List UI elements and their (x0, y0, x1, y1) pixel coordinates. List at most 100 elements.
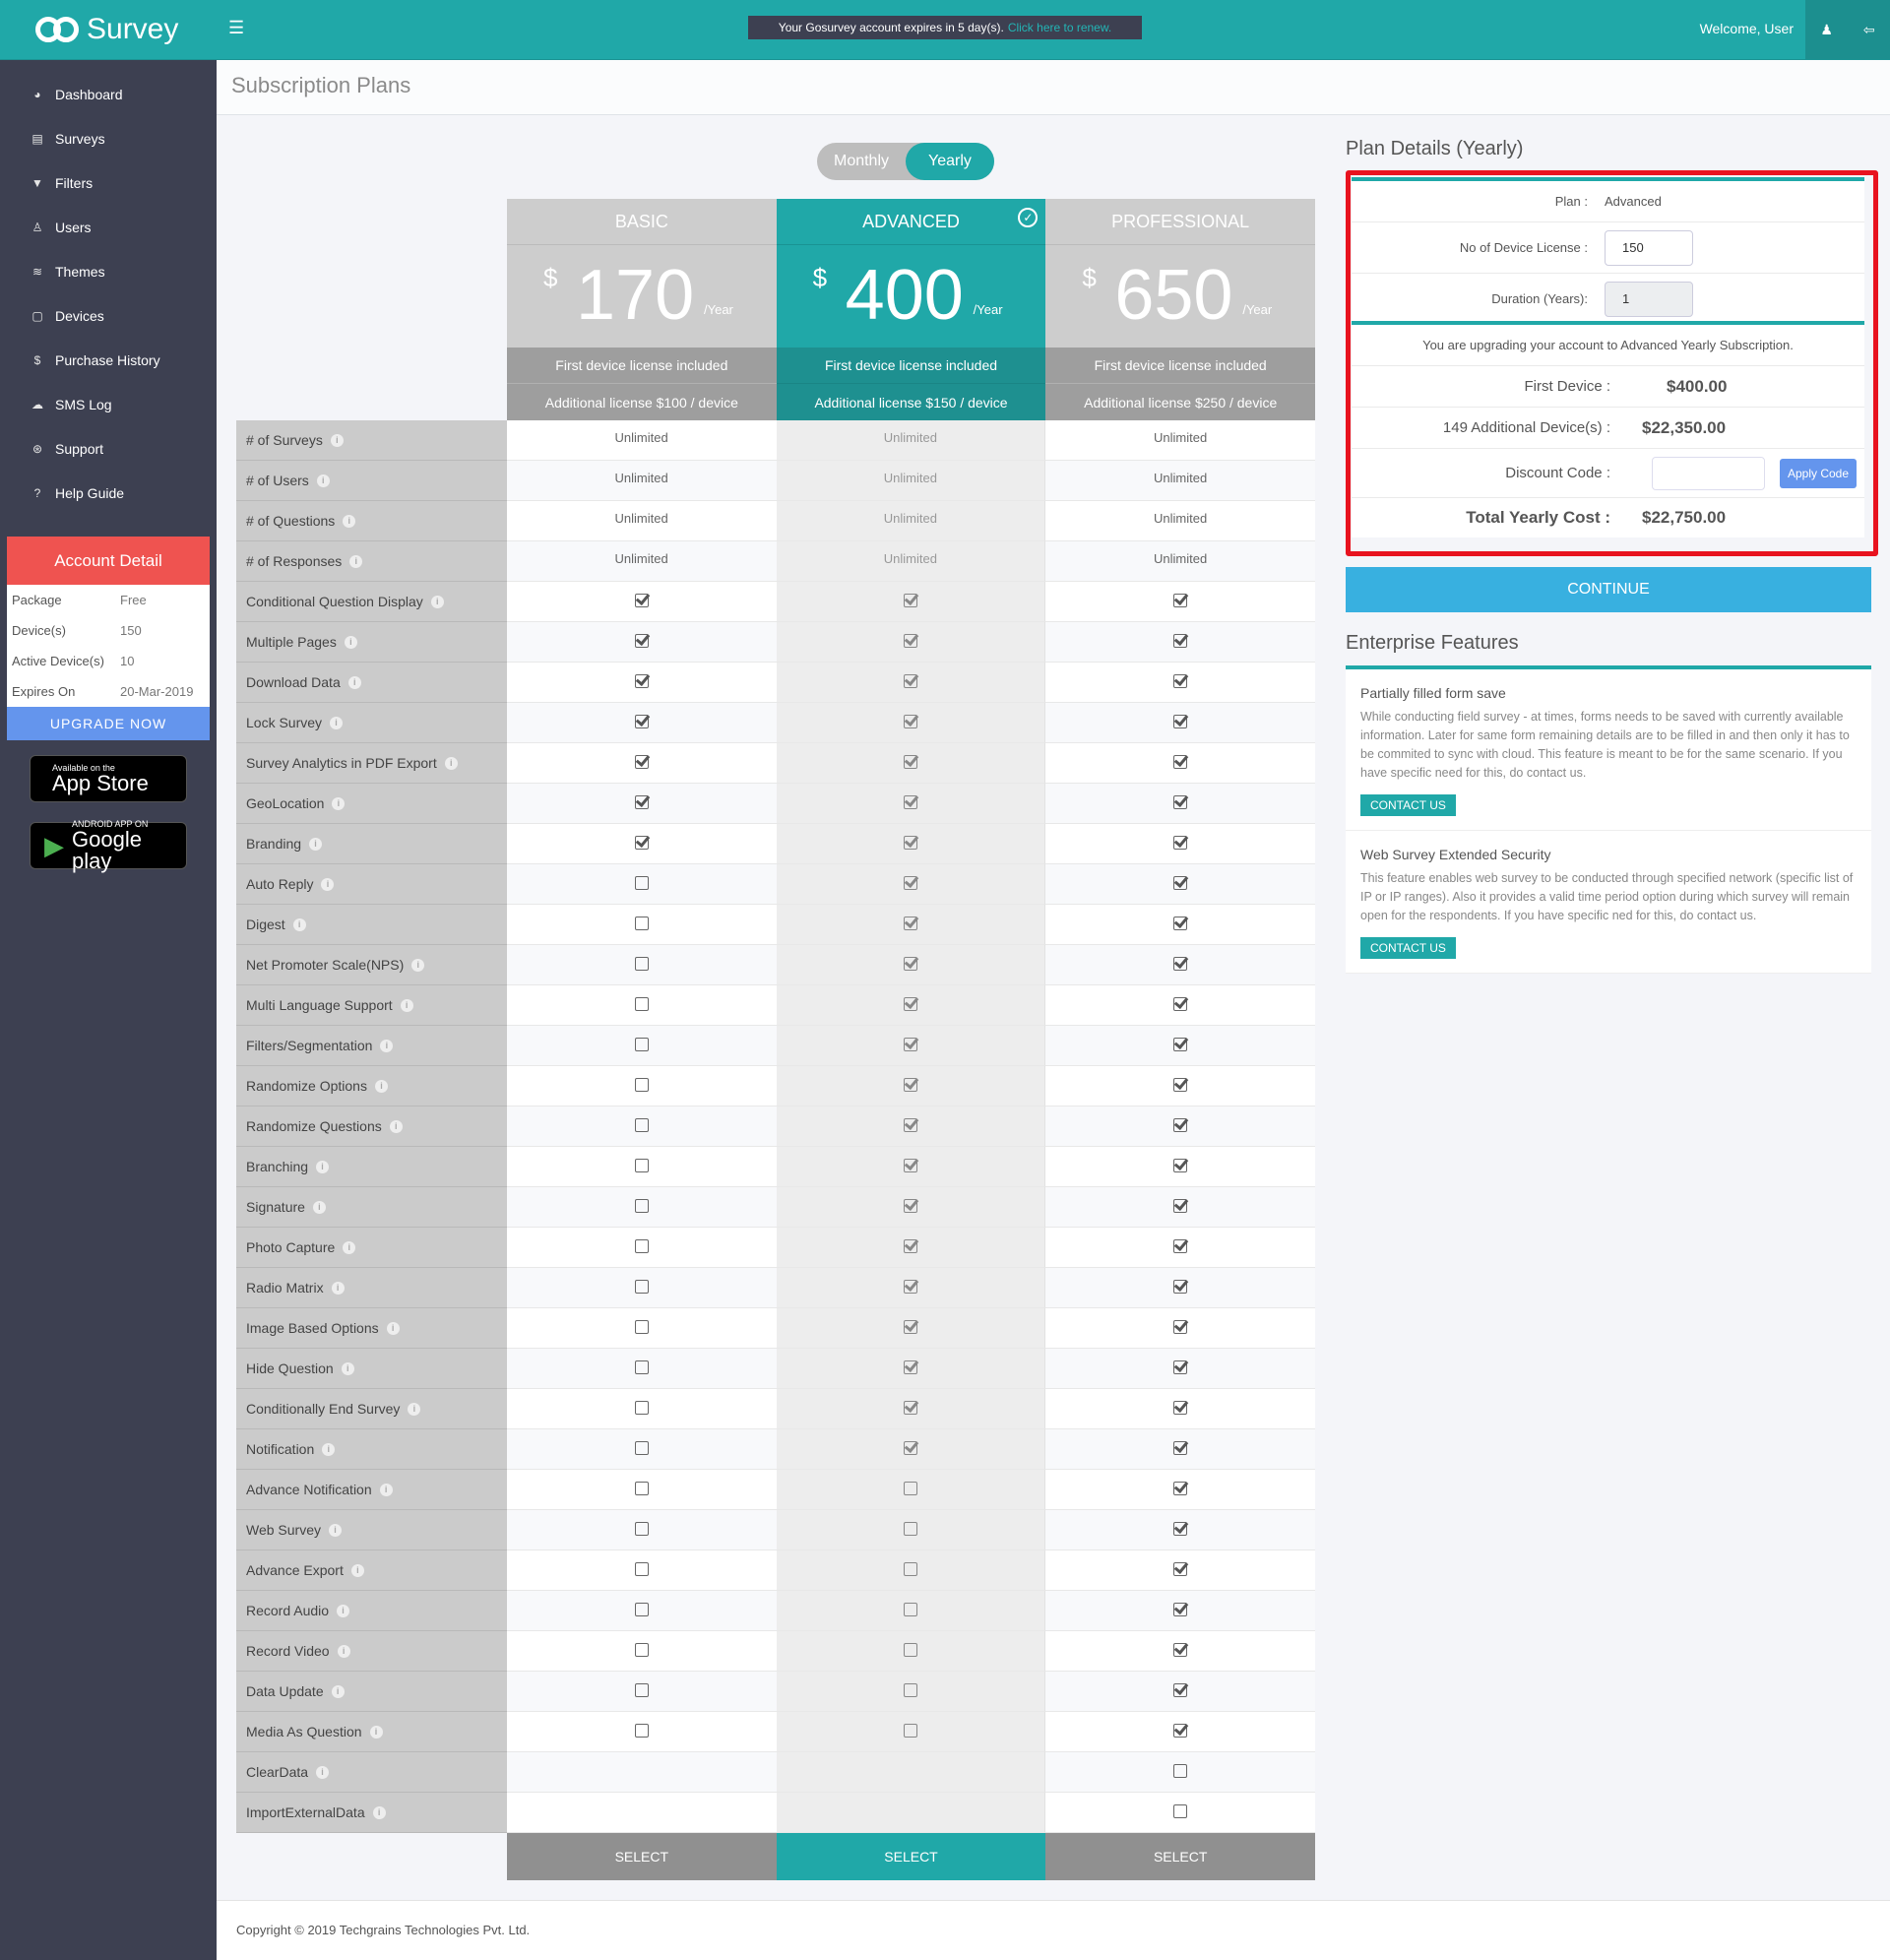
sidebar-item-support[interactable]: ⊛ Support (0, 426, 217, 471)
logout-icon[interactable]: ⇦ (1863, 22, 1875, 38)
feature-row: Notification i (236, 1429, 1315, 1470)
sidebar-item-label: Help Guide (55, 484, 125, 501)
info-icon[interactable]: i (369, 1725, 383, 1739)
info-icon[interactable]: i (322, 1442, 336, 1456)
sidebar-item-label: Devices (55, 307, 104, 324)
discount-code-input[interactable] (1652, 456, 1765, 490)
copyright: Copyright © 2019 Techgrains Technologies… (236, 1923, 531, 1937)
sidebar-item-dashboard[interactable]: ◕ Dashboard (0, 72, 217, 116)
sidebar-item-themes[interactable]: ≋ Themes (0, 249, 217, 293)
info-icon[interactable]: i (347, 675, 361, 689)
user-icon[interactable]: ♟ (1820, 22, 1833, 38)
sidebar-item-devices[interactable]: ▢ Devices (0, 293, 217, 338)
select-advanced-button[interactable]: SELECT (776, 1833, 1046, 1880)
sidebar-item-help-guide[interactable]: ? Help Guide (0, 471, 217, 515)
apply-code-button[interactable]: Apply Code (1780, 458, 1857, 488)
monthly-option[interactable]: Monthly (817, 153, 906, 170)
select-professional-button[interactable]: SELECT (1045, 1833, 1316, 1880)
info-icon[interactable]: i (292, 917, 306, 931)
additional-devices-row: 149 Additional Device(s) : $22,350.00 (1352, 408, 1864, 449)
unchecked-box-icon (634, 1239, 649, 1253)
feature-row: ImportExternalData i (236, 1793, 1315, 1833)
info-icon[interactable]: i (411, 958, 425, 972)
info-icon[interactable]: i (316, 1160, 330, 1173)
feature-row: Auto Reply i (236, 864, 1315, 905)
info-icon[interactable]: i (344, 635, 357, 649)
info-icon[interactable]: i (343, 514, 356, 528)
info-icon[interactable]: i (337, 1604, 350, 1617)
feature-name: Radio Matrix (246, 1280, 324, 1296)
feature-cell-advanced (776, 663, 1046, 703)
sidebar-item-purchase-history[interactable]: $ Purchase History (0, 338, 217, 382)
info-icon[interactable]: i (389, 1119, 403, 1133)
renew-link[interactable]: Click here to renew. (1008, 21, 1111, 34)
billing-toggle[interactable]: Monthly Yearly (817, 143, 994, 180)
feature-label: Lock Survey i (236, 703, 507, 743)
feature-label: ClearData i (236, 1752, 507, 1793)
info-icon[interactable]: i (380, 1039, 394, 1052)
info-icon[interactable]: i (316, 1765, 330, 1779)
info-icon[interactable]: i (330, 433, 344, 447)
checked-box-icon (1173, 917, 1188, 930)
menu-icon[interactable]: ☰ (228, 18, 244, 38)
info-icon[interactable]: i (374, 1079, 388, 1093)
feature-name: Conditional Question Display (246, 594, 423, 609)
contact-us-button[interactable]: CONTACT US (1360, 937, 1456, 959)
google-play-badge[interactable]: ▶ ANDROID APP ON Google play (30, 819, 187, 872)
sidebar-item-surveys[interactable]: ▤ Surveys (0, 116, 217, 160)
info-icon[interactable]: i (343, 1240, 356, 1254)
checked-box-icon (1173, 876, 1188, 890)
info-icon[interactable]: i (341, 1361, 354, 1375)
info-icon[interactable]: i (321, 877, 335, 891)
info-icon[interactable]: i (337, 1644, 350, 1658)
info-icon[interactable]: i (309, 837, 323, 851)
device-license-input[interactable]: 150 (1605, 229, 1693, 266)
info-icon[interactable]: i (329, 1523, 342, 1537)
app-logo[interactable]: Survey (35, 10, 178, 49)
info-icon[interactable]: i (350, 1563, 364, 1577)
info-icon[interactable]: i (316, 474, 330, 487)
price-period: /Year (1242, 302, 1273, 317)
info-icon[interactable]: i (312, 1200, 326, 1214)
unchecked-box-icon (634, 1078, 649, 1092)
info-icon[interactable]: i (330, 716, 344, 729)
app-store-badge[interactable]: Available on the App Store (30, 755, 187, 802)
checked-box-icon (903, 917, 917, 930)
info-icon[interactable]: i (372, 1805, 386, 1819)
sidebar-item-sms-log[interactable]: ☁ SMS Log (0, 382, 217, 426)
upgrade-now-button[interactable]: UPGRADE NOW (7, 707, 210, 740)
yearly-option[interactable]: Yearly (906, 143, 994, 180)
plan-header-professional[interactable]: PROFESSIONAL $650/Year First device licens… (1045, 199, 1316, 420)
plan-header-basic[interactable]: BASIC $170/Year First device license inclu… (507, 199, 777, 420)
checked-box-icon (1173, 1038, 1188, 1051)
continue-button[interactable]: CONTINUE (1346, 567, 1871, 612)
info-icon[interactable]: i (430, 595, 444, 608)
unchecked-box-icon (634, 1360, 649, 1374)
sidebar-item-label: Surveys (55, 130, 105, 147)
info-icon[interactable]: i (379, 1483, 393, 1496)
feature-name: Image Based Options (246, 1320, 379, 1336)
feature-label: Branching i (236, 1147, 507, 1187)
sidebar-item-users[interactable]: ♙ Users (0, 205, 217, 249)
info-icon[interactable]: i (400, 998, 413, 1012)
contact-us-button[interactable]: CONTACT US (1360, 794, 1456, 816)
info-icon[interactable]: i (331, 1281, 345, 1295)
info-icon[interactable]: i (349, 554, 363, 568)
duration-label: Duration (Years): (1491, 291, 1588, 306)
checked-box-icon (1173, 715, 1188, 728)
info-icon[interactable]: i (408, 1402, 421, 1416)
select-basic-button[interactable]: SELECT (507, 1833, 777, 1880)
enterprise-features: Partially filled form save While conducti… (1346, 665, 1871, 974)
unchecked-box-icon (634, 1603, 649, 1616)
additional-devices-label: 149 Additional Device(s) : (1442, 419, 1610, 436)
info-icon[interactable]: i (331, 1684, 345, 1698)
info-icon[interactable]: i (332, 796, 346, 810)
sidebar-item-filters[interactable]: ▼ Filters (0, 160, 217, 205)
feature-cell-professional (1045, 985, 1315, 1026)
feature-cell-basic (506, 703, 777, 743)
enterprise-feature-title: Web Survey Extended Security (1360, 847, 1551, 862)
plan-header-advanced[interactable]: ADVANCED $400/Year First device license in… (776, 199, 1046, 420)
info-icon[interactable]: i (444, 756, 458, 770)
info-icon[interactable]: i (386, 1321, 400, 1335)
unchecked-box-icon (634, 1401, 649, 1415)
